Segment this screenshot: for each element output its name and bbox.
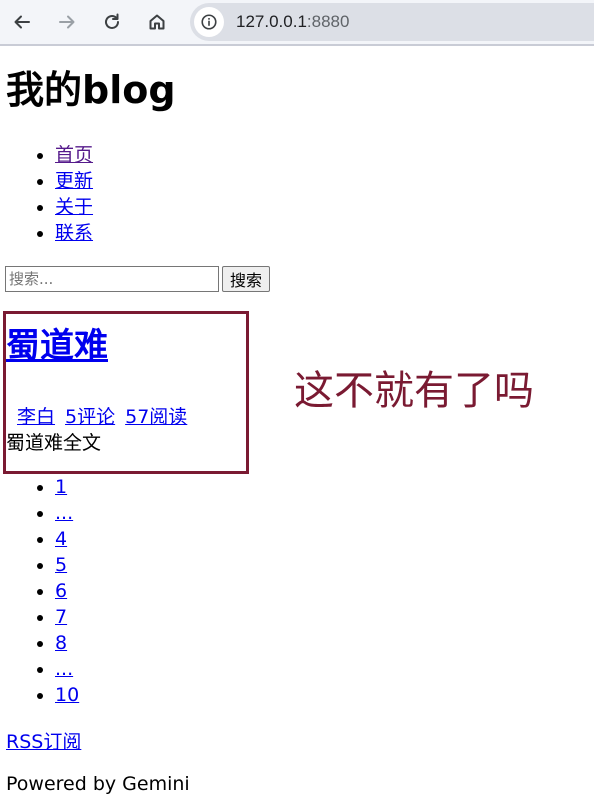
- page-link-4[interactable]: 4: [55, 528, 67, 550]
- page-item: 1: [55, 474, 79, 500]
- pagination: 1 ... 4 5 6 7 8 ... 10: [0, 474, 79, 708]
- post-comments-link[interactable]: 5评论: [65, 406, 115, 428]
- search-form: 搜索: [5, 266, 271, 292]
- page-link-ellipsis-start[interactable]: ...: [55, 502, 73, 524]
- url-host: 127.0.0.1: [236, 12, 307, 31]
- reload-button[interactable]: [96, 6, 128, 38]
- page-item: 5: [55, 552, 79, 578]
- nav-item-about: 关于: [55, 194, 93, 220]
- main-nav: 首页 更新 关于 联系: [0, 142, 93, 246]
- url-port: :8880: [306, 12, 350, 31]
- page-link-ellipsis-end[interactable]: ...: [55, 658, 73, 680]
- arrow-right-icon: [59, 15, 75, 29]
- page-item: 7: [55, 604, 79, 630]
- nav-item-home: 首页: [55, 142, 93, 168]
- search-input[interactable]: [5, 266, 219, 292]
- nav-link-home[interactable]: 首页: [55, 144, 93, 166]
- rss-link[interactable]: RSS订阅: [6, 727, 81, 754]
- post-title: 蜀道难: [6, 324, 108, 368]
- post-views-link[interactable]: 57阅读: [125, 406, 187, 428]
- page-item: ...: [55, 500, 79, 526]
- page-item: 10: [55, 682, 79, 708]
- page-link-10[interactable]: 10: [55, 684, 79, 706]
- page-link-7[interactable]: 7: [55, 606, 67, 628]
- post-meta: 李白 5评论 57阅读: [17, 402, 197, 429]
- page-link-8[interactable]: 8: [55, 632, 67, 654]
- annotation-text: 这不就有了吗: [294, 368, 534, 414]
- site-title: 我的blog: [6, 68, 176, 112]
- browser-toolbar: 127.0.0.1:8880: [0, 0, 594, 46]
- post-title-link[interactable]: 蜀道难: [6, 326, 108, 366]
- page-link-6[interactable]: 6: [55, 580, 67, 602]
- nav-link-updates[interactable]: 更新: [55, 170, 93, 192]
- reload-icon: [105, 13, 119, 29]
- nav-item-contact: 联系: [55, 220, 93, 246]
- page-item: ...: [55, 656, 79, 682]
- page-link-1[interactable]: 1: [55, 476, 67, 498]
- info-icon: [201, 14, 217, 30]
- search-button[interactable]: 搜索: [222, 266, 271, 292]
- page-item: 4: [55, 526, 79, 552]
- post-author-link[interactable]: 李白: [17, 406, 55, 428]
- nav-link-contact[interactable]: 联系: [55, 222, 93, 244]
- arrow-left-icon: [14, 15, 30, 29]
- home-icon: [149, 14, 165, 30]
- url-text: 127.0.0.1:8880: [236, 12, 349, 32]
- nav-item-updates: 更新: [55, 168, 93, 194]
- post-excerpt: 蜀道难全文: [6, 432, 102, 454]
- page-item: 6: [55, 578, 79, 604]
- site-info-button[interactable]: [194, 7, 224, 37]
- forward-button[interactable]: [51, 6, 83, 38]
- home-button[interactable]: [141, 6, 173, 38]
- page-link-5[interactable]: 5: [55, 554, 67, 576]
- page-item: 8: [55, 630, 79, 656]
- footer-powered-by: Powered by Gemini: [6, 773, 190, 795]
- back-button[interactable]: [6, 6, 38, 38]
- nav-link-about[interactable]: 关于: [55, 196, 93, 218]
- address-bar[interactable]: 127.0.0.1:8880: [190, 3, 594, 41]
